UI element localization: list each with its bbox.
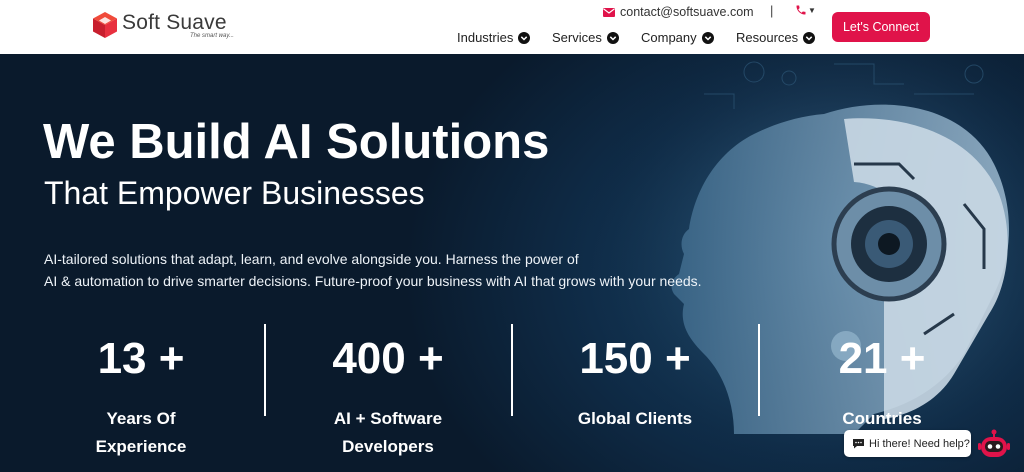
stat-value: 21 + (838, 334, 926, 383)
stat-years: 13 + Years Of Experience (41, 334, 241, 461)
hero-section: We Build AI Solutions That Empower Busin… (0, 54, 1024, 472)
stat-divider (511, 324, 513, 416)
stat-value: 13 + (97, 334, 185, 383)
stat-label-line: AI + Software (333, 409, 443, 428)
chevron-down-icon (606, 31, 619, 44)
nav-label: Resources (736, 30, 799, 45)
phone-dropdown[interactable]: ▼ (795, 4, 816, 16)
stat-label-line: Developers (342, 437, 434, 456)
stat-developers: 400 + AI + Software Developers (288, 334, 488, 461)
stat-label-line: Global Clients (577, 409, 693, 428)
brand-name: Soft Suave (122, 11, 227, 34)
stat-clients: 150 + Global Clients (535, 334, 735, 433)
nav-resources[interactable]: Resources (736, 30, 816, 45)
hero-description: AI-tailored solutions that adapt, learn,… (44, 248, 744, 292)
nav-services[interactable]: Services (552, 30, 619, 45)
brand-logo[interactable]: Soft Suave The smart way... (92, 11, 234, 39)
nav-industries[interactable]: Industries (457, 30, 531, 45)
hero-subtitle: That Empower Businesses (44, 175, 425, 211)
stat-label-line: Years Of (106, 409, 176, 428)
chat-bubble-icon (853, 439, 864, 449)
stat-label: AI + Software Developers (288, 405, 488, 461)
header-separator: | (770, 3, 774, 18)
nav-label: Services (552, 30, 602, 45)
stat-divider (264, 324, 266, 416)
nav-label: Company (641, 30, 697, 45)
chevron-down-icon (701, 31, 714, 44)
chevron-down-icon (803, 31, 816, 44)
hero-title: We Build AI Solutions (43, 115, 550, 169)
brand-tagline: The smart way... (190, 33, 234, 39)
stat-label-line: Experience (95, 437, 187, 456)
hero-description-line: AI & automation to drive smarter decisio… (44, 273, 702, 289)
site-header: Soft Suave The smart way... contact@soft… (0, 0, 1024, 54)
stat-divider (758, 324, 760, 416)
stat-label: Years Of Experience (41, 405, 241, 461)
chevron-down-icon: ▼ (808, 5, 816, 15)
phone-icon (796, 5, 806, 15)
stat-countries: 21 + Countries (782, 334, 982, 433)
mail-icon (603, 7, 615, 17)
stat-label-line: Countries (842, 409, 922, 428)
chevron-down-icon (518, 31, 531, 44)
chat-prompt[interactable]: Hi there! Need help? (844, 430, 971, 457)
hero-description-line: AI-tailored solutions that adapt, learn,… (44, 251, 579, 267)
logo-cube-icon (93, 12, 117, 38)
stat-value: 150 + (579, 334, 691, 383)
contact-email: contact@softsuave.com (620, 5, 754, 19)
contact-email-link[interactable]: contact@softsuave.com (603, 5, 754, 19)
stat-label: Global Clients (535, 405, 735, 433)
stat-label: Countries (782, 405, 982, 433)
chatbot-icon[interactable] (977, 427, 1011, 461)
chat-prompt-text: Hi there! Need help? (869, 437, 970, 450)
stat-value: 400 + (332, 334, 444, 383)
nav-label: Industries (457, 30, 514, 45)
nav-company[interactable]: Company (641, 30, 714, 45)
lets-connect-button[interactable]: Let's Connect (832, 12, 930, 42)
